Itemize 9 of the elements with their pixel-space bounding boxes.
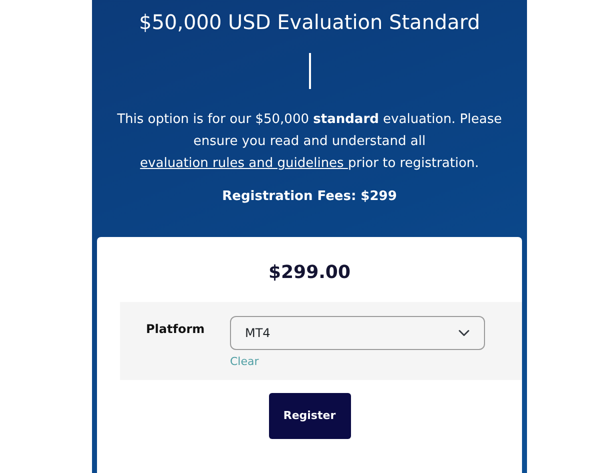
price-text: $299.00 bbox=[268, 260, 350, 284]
divider-bar bbox=[308, 53, 310, 89]
platform-select[interactable]: MT4 bbox=[230, 316, 485, 350]
page-title: $50,000 USD Evaluation Standard bbox=[138, 9, 480, 36]
rules-link[interactable]: evaluation rules and guidelines bbox=[140, 156, 348, 171]
registration-fees: Registration Fees: $299 bbox=[222, 188, 397, 206]
register-button[interactable]: Register bbox=[268, 393, 350, 439]
platform-label: Platform bbox=[146, 320, 206, 338]
intro-paragraph: This option is for our $50,000 standard evaluation. Please ensure you read and understand all evaluation rules and guidelines prior to registration. bbox=[116, 111, 503, 173]
